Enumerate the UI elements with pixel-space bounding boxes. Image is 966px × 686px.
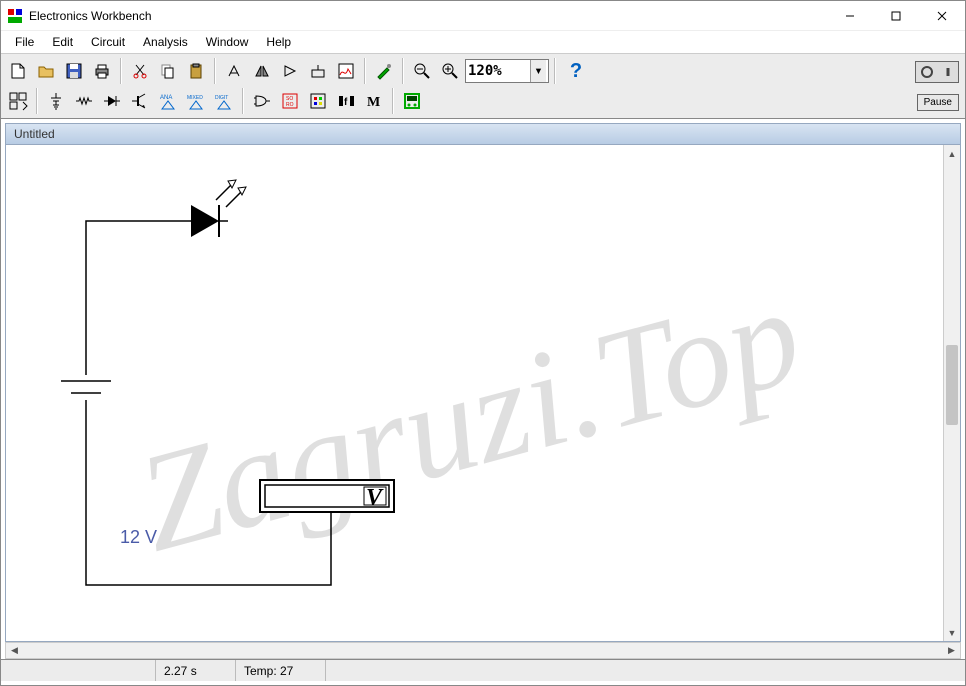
status-cell-rest [326,660,965,681]
scroll-right-icon[interactable]: ▶ [943,642,960,659]
help-icon[interactable]: ? [561,58,591,84]
probe-icon[interactable] [371,58,397,84]
circuit-diagram [6,145,506,625]
save-file-icon[interactable] [61,58,87,84]
cut-icon[interactable] [127,58,153,84]
component-bin-icon[interactable] [5,88,31,114]
menubar: File Edit Circuit Analysis Window Help [1,31,965,53]
zoom-select[interactable]: 120% ▾ [465,59,549,83]
basic-icon[interactable] [71,88,97,114]
misc-icon[interactable]: M [361,88,387,114]
vertical-scrollbar[interactable]: ▲ ▼ [943,145,960,641]
mixed-ics-icon[interactable]: MIXED [183,88,209,114]
scroll-left-icon[interactable]: ◀ [6,642,23,659]
new-file-icon[interactable] [5,58,31,84]
rotate-icon[interactable] [221,58,247,84]
flip-v-icon[interactable] [277,58,303,84]
digital-ics-icon[interactable]: DIGIT [211,88,237,114]
print-icon[interactable] [89,58,115,84]
dropdown-arrow-icon: ▾ [530,60,546,82]
maximize-button[interactable] [873,1,919,31]
svg-text:M: M [367,95,380,110]
menu-help[interactable]: Help [258,33,299,51]
scroll-down-icon[interactable]: ▼ [944,624,960,641]
controls-icon[interactable]: f [333,88,359,114]
app-icon [7,8,23,24]
scroll-up-icon[interactable]: ▲ [944,145,960,162]
document-titlebar: Untitled [5,123,961,145]
scroll-thumb[interactable] [946,345,958,425]
zoom-value: 120% [468,63,502,79]
transistors-icon[interactable] [127,88,153,114]
svg-text:RO: RO [286,102,294,108]
circuit-canvas[interactable]: Zagruzi.Top 12 V V [6,145,943,641]
voltmeter-unit: V [366,485,382,512]
voltage-source-label: 12 V [120,527,157,548]
svg-text:ANA: ANA [160,95,172,101]
power-switch[interactable] [915,61,959,83]
window-title: Electronics Workbench [29,9,827,23]
canvas-container: Zagruzi.Top 12 V V ▲ [5,145,961,642]
flip-h-icon[interactable] [249,58,275,84]
minimize-button[interactable] [827,1,873,31]
analog-ics-icon[interactable]: ANA [155,88,181,114]
menu-window[interactable]: Window [198,33,257,51]
statusbar: 2.27 s Temp: 27 [1,659,965,681]
zoom-in-icon[interactable] [437,58,463,84]
digital-icon[interactable]: SORO [277,88,303,114]
close-button[interactable] [919,1,965,31]
menu-edit[interactable]: Edit [44,33,81,51]
subcircuit-icon[interactable] [305,58,331,84]
status-cell-1 [1,660,156,681]
logic-gates-icon[interactable] [249,88,275,114]
paste-icon[interactable] [183,58,209,84]
diodes-icon[interactable] [99,88,125,114]
graph-icon[interactable] [333,58,359,84]
sources-icon[interactable] [43,88,69,114]
svg-text:DIGIT: DIGIT [215,95,228,101]
horizontal-scrollbar[interactable]: ◀ ▶ [5,642,961,659]
document-title: Untitled [14,127,55,141]
svg-text:f: f [344,97,348,108]
instruments-icon[interactable] [399,88,425,114]
menu-file[interactable]: File [7,33,42,51]
copy-icon[interactable] [155,58,181,84]
window-titlebar: Electronics Workbench [1,1,965,31]
toolbar-area: 120% ▾ ? Pause ANA MIXED DIGIT SORO f M [1,53,965,119]
svg-text:MIXED: MIXED [187,95,203,101]
zoom-out-icon[interactable] [409,58,435,84]
menu-analysis[interactable]: Analysis [135,33,196,51]
menu-circuit[interactable]: Circuit [83,33,133,51]
open-file-icon[interactable] [33,58,59,84]
status-time: 2.27 s [156,660,236,681]
indicators-icon[interactable] [305,88,331,114]
status-temp: Temp: 27 [236,660,326,681]
